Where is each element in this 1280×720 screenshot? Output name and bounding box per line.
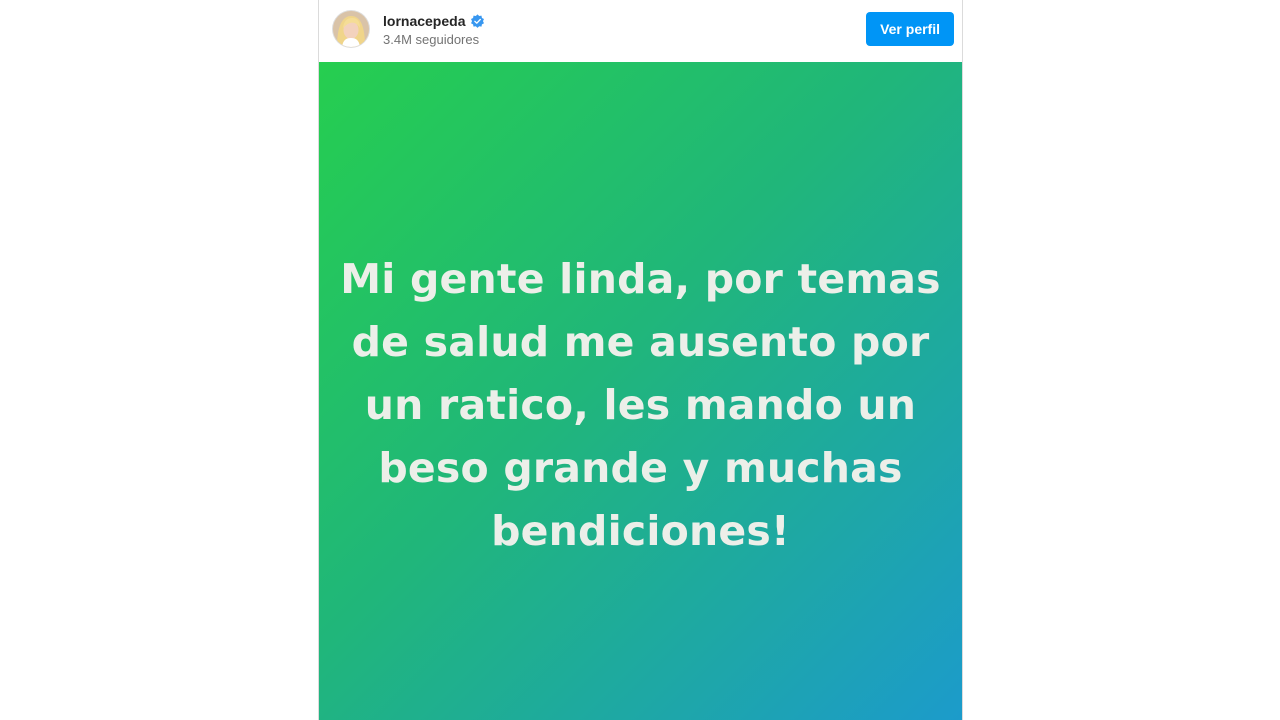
follower-count: 3.4M seguidores (383, 32, 480, 47)
avatar[interactable] (333, 11, 369, 47)
story-message: Mi gente linda, por temas de salud me au… (340, 255, 941, 555)
instagram-embed: lornacepeda 3.4M seguidores Ver perfil M… (318, 0, 963, 720)
username-row: lornacepeda (383, 11, 485, 31)
view-profile-button[interactable]: Ver perfil (866, 12, 954, 46)
story-post[interactable]: Mi gente linda, por temas de salud me au… (319, 62, 962, 720)
username[interactable]: lornacepeda (383, 13, 465, 29)
post-header: lornacepeda 3.4M seguidores Ver perfil (319, 0, 962, 62)
avatar-photo-icon (333, 11, 369, 47)
user-info: lornacepeda 3.4M seguidores (383, 11, 485, 47)
verified-badge-icon (470, 13, 485, 29)
